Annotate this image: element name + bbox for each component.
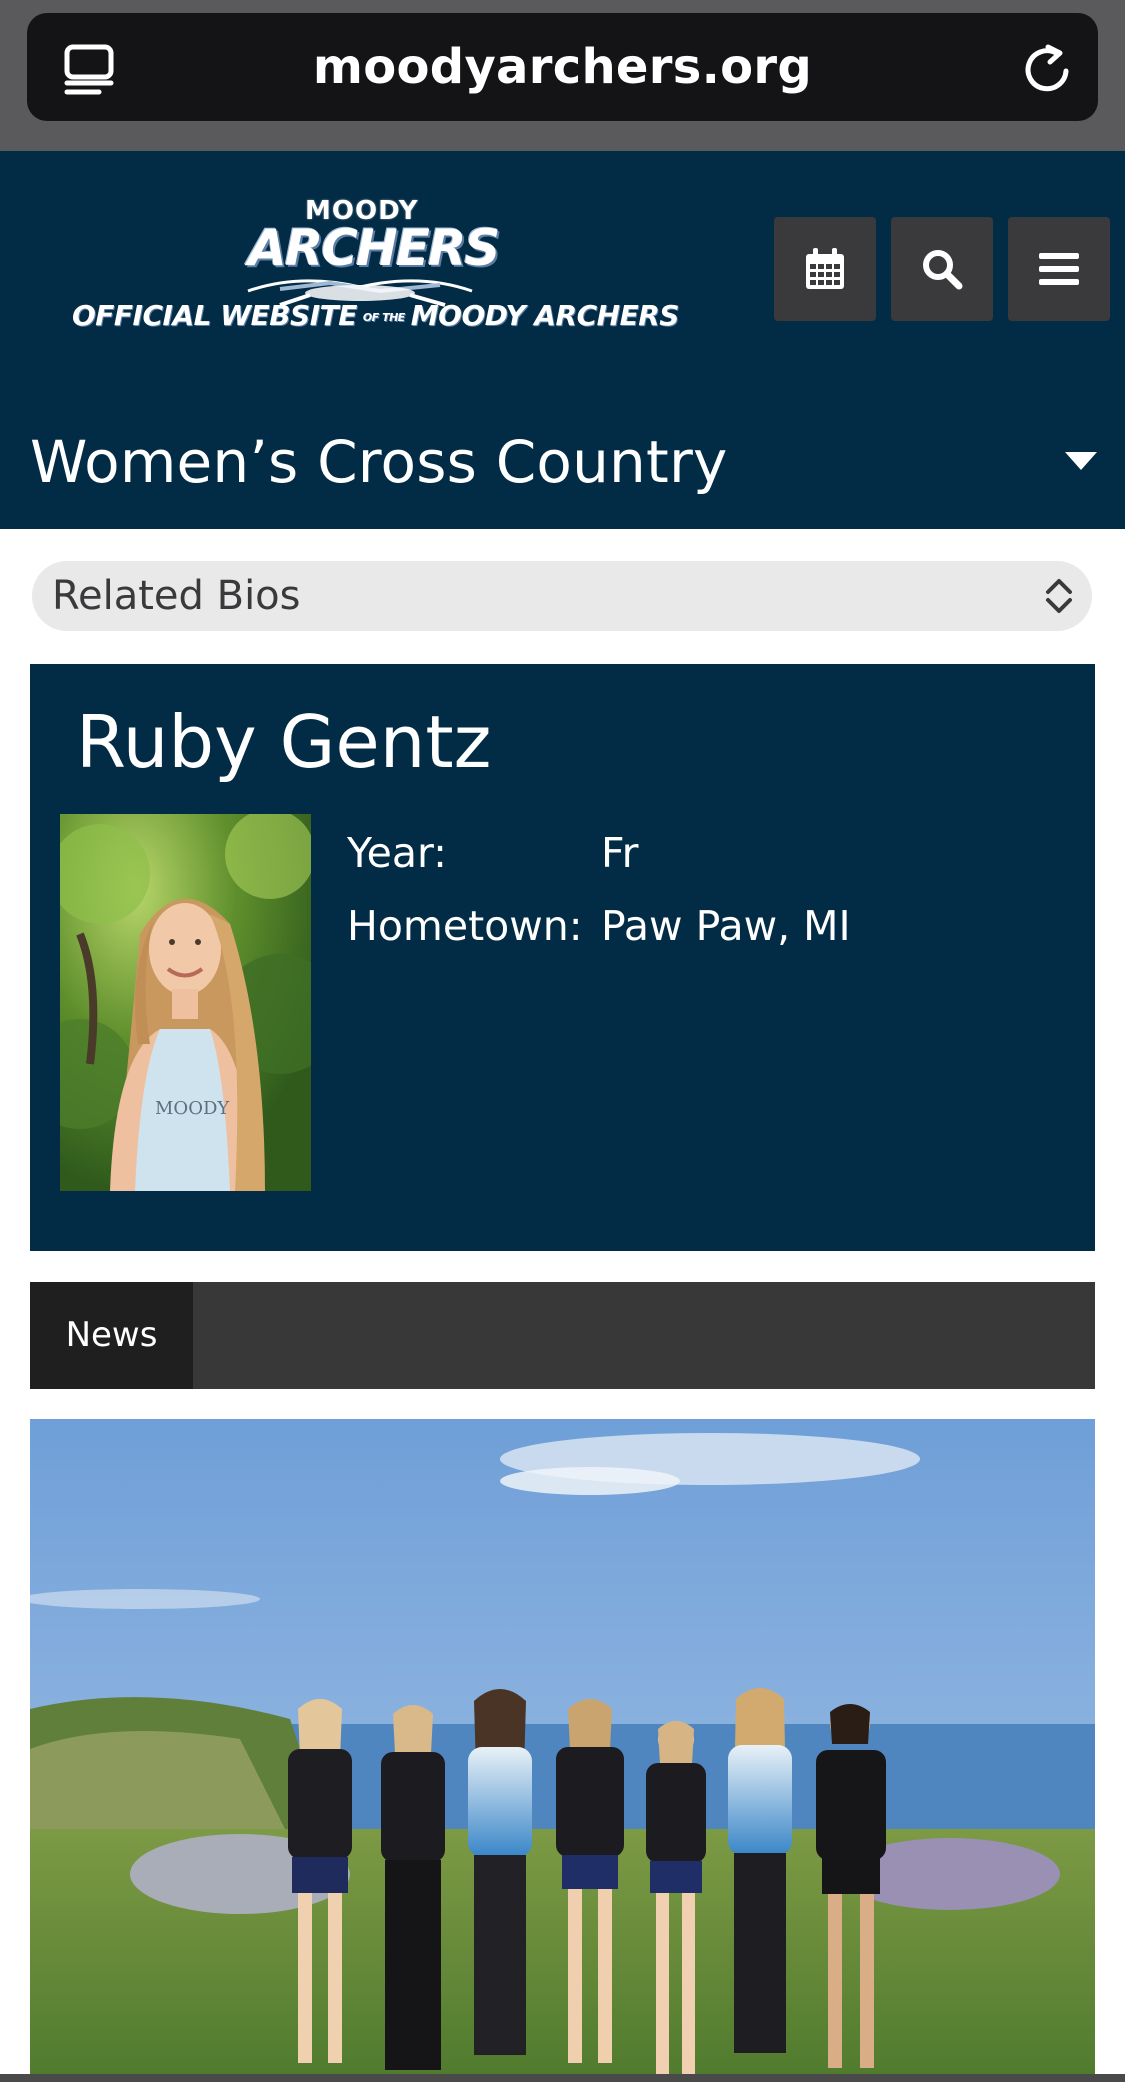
logo-tagline: OFFICIAL WEBSITE OF THE MOODY ARCHERS xyxy=(72,299,679,332)
select-arrows-icon xyxy=(1046,579,1072,613)
news-tab-bar: News xyxy=(30,1282,1095,1389)
site-logo[interactable]: MOODY ARCHERS OFFICIAL WEBSITE OF THE MOOD… xyxy=(70,191,679,346)
search-button[interactable] xyxy=(891,217,993,321)
hometown-value: Paw Paw, MI xyxy=(601,902,851,950)
menu-icon xyxy=(1039,253,1079,285)
browser-toolbar: moodyarchers.org xyxy=(0,0,1125,151)
calendar-button[interactable] xyxy=(774,217,876,321)
address-bar[interactable]: moodyarchers.org xyxy=(27,13,1098,121)
bio-card: Ruby Gentz MOODY Year: Fr Hometown: Paw … xyxy=(30,664,1095,1251)
year-label: Year: xyxy=(347,829,447,877)
caret-down-icon xyxy=(1065,452,1097,470)
related-bios-select[interactable]: Related Bios xyxy=(32,561,1092,631)
logo-tagline-right: MOODY ARCHERS xyxy=(410,299,680,332)
year-value: Fr xyxy=(601,829,639,877)
athlete-photo: MOODY xyxy=(60,814,311,1191)
menu-button[interactable] xyxy=(1008,217,1110,321)
news-photo[interactable] xyxy=(30,1419,1095,2082)
athlete-name: Ruby Gentz xyxy=(76,700,492,784)
sport-selector[interactable]: Women’s Cross Country xyxy=(0,400,1125,528)
logo-tagline-left: OFFICIAL WEBSITE xyxy=(72,299,357,332)
bottom-edge xyxy=(0,2074,1125,2082)
url-text[interactable]: moodyarchers.org xyxy=(27,13,1098,121)
hometown-label: Hometown: xyxy=(347,902,583,950)
related-bios-selected: Related Bios xyxy=(52,573,301,619)
search-icon xyxy=(923,250,963,290)
calendar-icon xyxy=(806,248,844,289)
reload-icon[interactable] xyxy=(1022,43,1074,95)
tab-news[interactable]: News xyxy=(30,1282,193,1389)
sport-title: Women’s Cross Country xyxy=(30,428,728,496)
logo-tagline-mid: OF THE xyxy=(362,310,405,324)
svg-text:MOODY: MOODY xyxy=(155,1098,230,1119)
